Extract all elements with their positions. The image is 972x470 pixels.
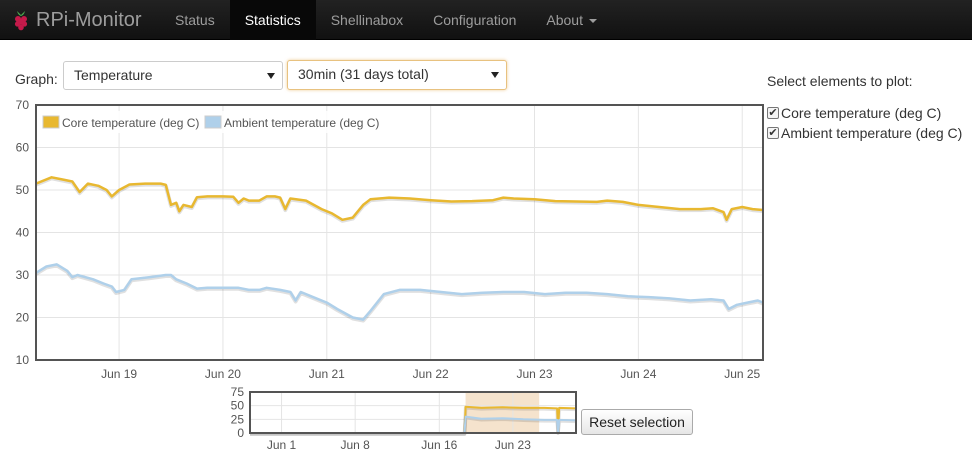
x-tick-label: Jun 16 (421, 438, 457, 452)
x-tick-label: Jun 22 (413, 367, 449, 381)
legend-label-ambient: Ambient temperature (deg C) (224, 116, 379, 130)
x-tick-label: Jun 21 (309, 367, 345, 381)
y-tick-label: 0 (237, 426, 244, 440)
x-tick-label: Jun 24 (620, 367, 656, 381)
select-arrow-icon (267, 73, 275, 79)
y-tick-label: 10 (16, 353, 30, 367)
nav-shellinabox[interactable]: Shellinabox (316, 0, 418, 40)
nav-configuration[interactable]: Configuration (418, 0, 531, 40)
y-tick-label: 25 (231, 412, 245, 426)
option-ambient-temperature[interactable]: ✔ Ambient temperature (deg C) (767, 125, 962, 141)
ambient-temperature-label: Ambient temperature (deg C) (781, 125, 963, 141)
y-tick-label: 75 (231, 385, 245, 399)
y-tick-label: 50 (16, 183, 30, 197)
legend-swatch-core (42, 115, 60, 129)
reset-selection-button[interactable]: Reset selection (581, 409, 693, 435)
select-arrow-icon (491, 72, 499, 78)
y-tick-label: 60 (16, 141, 30, 155)
navbar: RPi-Monitor Status Statistics Shellinabo… (0, 0, 972, 40)
main-nav: Status Statistics Shellinabox Configurat… (160, 0, 612, 40)
chart-legend: Core temperature (deg C) Ambient temperat… (40, 111, 386, 133)
x-tick-label: Jun 23 (495, 438, 531, 452)
x-tick-label: Jun 1 (267, 438, 297, 452)
plot-elements-title: Select elements to plot: (767, 73, 913, 89)
graph-select-value: Temperature (74, 67, 153, 83)
chevron-down-icon (588, 19, 597, 24)
overview-chart[interactable]: 0255075 Jun 1 Jun 8 Jun 16 Jun 23 (220, 385, 580, 460)
x-tick-label: Jun 8 (340, 438, 370, 452)
legend-label-core: Core temperature (deg C) (62, 116, 199, 130)
range-select-value: 30min (31 days total) (298, 66, 429, 82)
series-line-core (35, 176, 764, 222)
y-tick-label: 50 (231, 399, 245, 413)
legend-swatch-ambient (204, 115, 222, 129)
brand[interactable]: RPi-Monitor (12, 0, 142, 40)
raspberry-icon (14, 11, 28, 31)
y-tick-label: 30 (16, 268, 30, 282)
y-tick-label: 70 (16, 98, 30, 112)
series-shadow (34, 263, 764, 323)
x-tick-label: Jun 23 (516, 367, 552, 381)
temperature-chart[interactable]: 10 20 30 40 50 60 70 Jun 19 Jun 20 Jun 21 Jun 22 Ju… (0, 95, 770, 387)
x-tick-label: Jun 25 (724, 367, 760, 381)
y-tick-label: 40 (16, 226, 30, 240)
nav-status[interactable]: Status (160, 0, 230, 40)
x-tick-label: Jun 19 (101, 367, 137, 381)
range-select[interactable]: 30min (31 days total) (287, 60, 507, 90)
nav-about-label: About (546, 12, 583, 28)
nav-statistics[interactable]: Statistics (229, 0, 316, 40)
core-temperature-label: Core temperature (deg C) (781, 105, 942, 121)
app-title: RPi-Monitor (36, 8, 142, 31)
x-tick-label: Jun 20 (205, 367, 241, 381)
option-core-temperature[interactable]: ✔ Core temperature (deg C) (767, 105, 941, 121)
graph-select[interactable]: Temperature (63, 61, 283, 90)
y-tick-label: 20 (16, 311, 30, 325)
selection-band (465, 392, 540, 433)
graph-label: Graph: (15, 71, 58, 87)
nav-about[interactable]: About (531, 0, 612, 40)
